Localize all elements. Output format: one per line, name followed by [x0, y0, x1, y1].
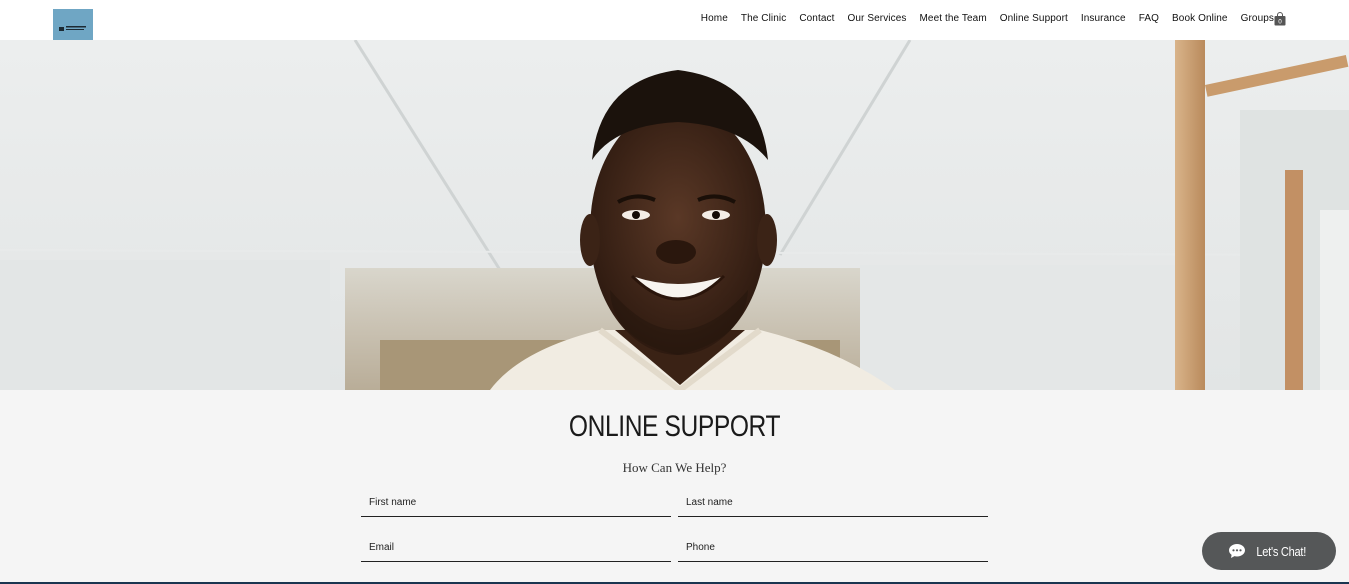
chat-bubble-icon: [1228, 544, 1245, 558]
phone-field: [678, 534, 988, 562]
last-name-field: [678, 489, 988, 517]
email-field: [361, 534, 671, 562]
logo-mark-icon: [59, 26, 86, 31]
email-input[interactable]: [361, 534, 671, 560]
nav-item-insurance[interactable]: Insurance: [1081, 13, 1126, 24]
svg-text:0: 0: [1278, 19, 1282, 26]
nav-item-contact[interactable]: Contact: [799, 13, 834, 24]
hero-image: [0, 40, 1349, 390]
cart-icon[interactable]: 0: [1274, 12, 1286, 26]
nav-item-meet-the-team[interactable]: Meet the Team: [920, 13, 987, 24]
site-header: Home The Clinic Contact Our Services Mee…: [0, 0, 1349, 49]
main-nav: Home The Clinic Contact Our Services Mee…: [701, 13, 1274, 24]
first-name-field: [361, 489, 671, 517]
nav-item-our-services[interactable]: Our Services: [848, 13, 907, 24]
first-name-input[interactable]: [361, 489, 671, 515]
phone-input[interactable]: [678, 534, 988, 560]
nav-item-groups[interactable]: Groups: [1241, 13, 1274, 24]
page-title: ONLINE SUPPORT: [568, 410, 781, 443]
nav-item-the-clinic[interactable]: The Clinic: [741, 13, 786, 24]
nav-item-online-support[interactable]: Online Support: [1000, 13, 1068, 24]
nav-item-book-online[interactable]: Book Online: [1172, 13, 1228, 24]
chat-label: Let's Chat!: [1256, 543, 1306, 559]
nav-item-home[interactable]: Home: [701, 13, 728, 24]
last-name-input[interactable]: [678, 489, 988, 515]
nav-item-faq[interactable]: FAQ: [1139, 13, 1159, 24]
hero-photo-illustration: [0, 40, 1349, 390]
page-subtitle: How Can We Help?: [622, 460, 727, 475]
lets-chat-button[interactable]: Let's Chat!: [1202, 532, 1336, 570]
